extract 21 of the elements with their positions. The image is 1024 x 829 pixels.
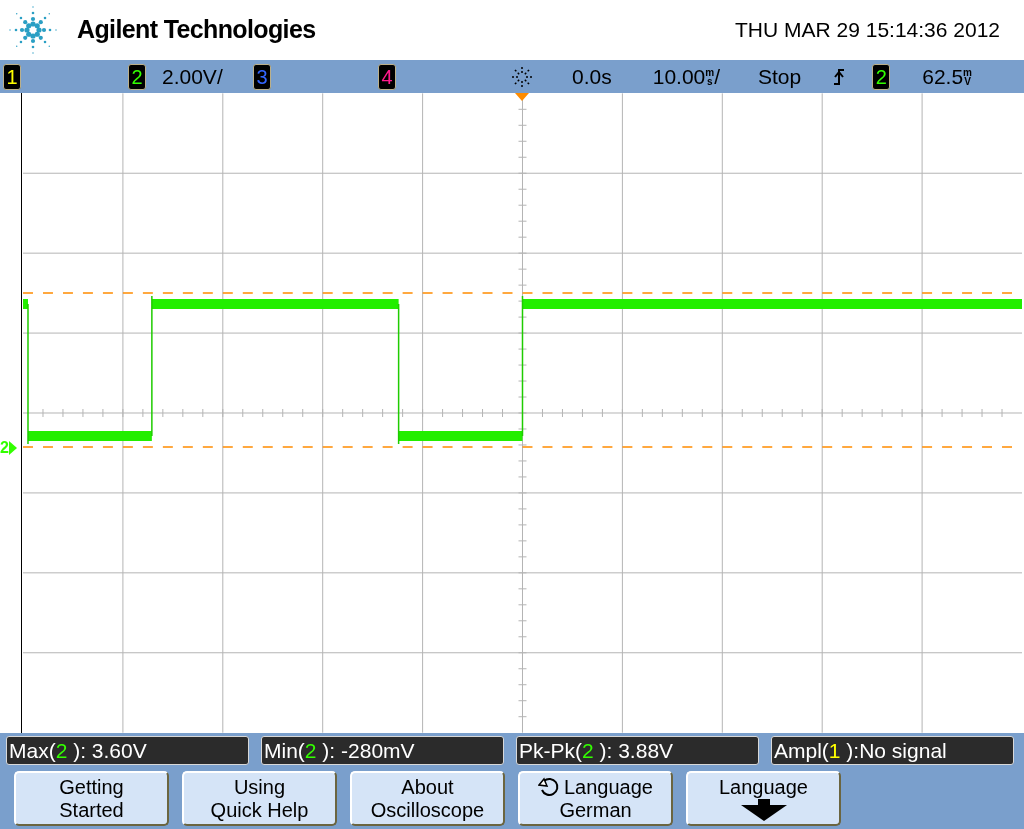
vertical-scale[interactable]: 2.00V/ <box>162 60 223 93</box>
softkey-button[interactable]: Language German <box>518 771 673 826</box>
measurement-readout: Min(2 ): -280mV <box>261 736 504 765</box>
softkey-button[interactable]: Using Quick Help <box>182 771 337 826</box>
channel-badge[interactable]: 2 <box>128 63 146 90</box>
rising-edge-icon <box>833 66 846 87</box>
date-time: THU MAR 29 15:14:36 2012 <box>735 17 1000 44</box>
softkey-button[interactable]: Language <box>686 771 841 826</box>
starburst-logo-icon <box>8 5 58 55</box>
softkey-button[interactable]: Getting Started <box>14 771 169 826</box>
trigger-delay[interactable]: 0.0s <box>572 60 612 93</box>
channel-badge[interactable]: 1 <box>3 63 21 90</box>
measurement-readout: Pk-Pk(2 ): 3.88V <box>516 736 759 765</box>
channel-badge[interactable]: 4 <box>378 63 396 90</box>
run-state: Stop <box>758 63 802 90</box>
measurement-readout: Ampl(1 ):No signal <box>771 736 1014 765</box>
channel-badge[interactable]: 2 <box>872 63 891 90</box>
softkey-button[interactable]: About Oscilloscope <box>350 771 505 826</box>
channel-badge[interactable]: 3 <box>253 63 271 90</box>
brand-name: Agilent Technologies <box>77 14 316 46</box>
measurement-readout: Max(2 ): 3.60V <box>6 736 249 765</box>
